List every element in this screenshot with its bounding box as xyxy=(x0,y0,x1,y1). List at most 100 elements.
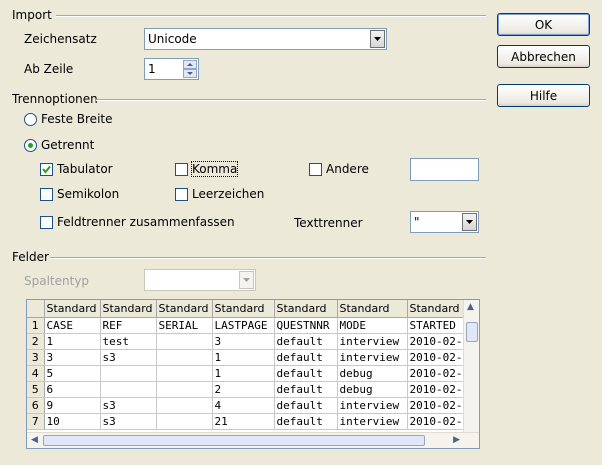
row-number: 1 xyxy=(27,317,45,334)
chevron-down-icon[interactable] xyxy=(462,213,477,231)
cancel-button[interactable]: Abbrechen xyxy=(497,45,590,68)
table-cell xyxy=(156,413,213,430)
table-cell xyxy=(156,381,213,398)
table-cell: interview xyxy=(337,413,408,430)
table-cell: 6 xyxy=(44,381,101,398)
merge-delimiters-label[interactable]: Feldtrenner zusammenfassen xyxy=(57,215,235,229)
table-cell xyxy=(156,365,213,382)
horizontal-scrollbar[interactable]: ◀ ▶ xyxy=(27,432,479,448)
arrow-down-icon[interactable] xyxy=(183,69,197,78)
charset-label: Zeichensatz xyxy=(24,32,97,46)
table-cell: default xyxy=(274,413,338,430)
merge-delimiters-checkbox[interactable] xyxy=(40,216,53,229)
table-cell: 1 xyxy=(212,349,275,366)
table-cell: interview xyxy=(337,397,408,414)
table-cell: s3 xyxy=(100,413,157,430)
vertical-scroll-thumb[interactable] xyxy=(466,322,478,342)
table-cell: s3 xyxy=(100,397,157,414)
semicolon-label[interactable]: Semikolon xyxy=(57,187,119,201)
table-row: 6 9 s3 4 default interview 2010-02- xyxy=(27,397,473,414)
table-cell: REF xyxy=(100,317,157,334)
table-cell: default xyxy=(274,381,338,398)
chevron-down-icon[interactable] xyxy=(370,30,385,48)
table-cell: QUESTNNR xyxy=(274,317,338,334)
scroll-left-icon[interactable]: ◀ xyxy=(31,435,38,445)
arrow-up-icon[interactable] xyxy=(183,60,197,69)
vertical-scrollbar[interactable]: ▲ xyxy=(463,300,479,433)
help-button[interactable]: Hilfe xyxy=(497,84,590,107)
table-cell: interview xyxy=(337,333,408,350)
semicolon-checkbox[interactable] xyxy=(40,188,53,201)
column-header[interactable]: Standard xyxy=(100,300,157,318)
table-cell: SERIAL xyxy=(156,317,213,334)
table-cell: s3 xyxy=(100,349,157,366)
charset-value: Unicode xyxy=(148,32,197,46)
preview-grid[interactable]: Standard Standard Standard Standard Stan… xyxy=(26,299,480,449)
column-header[interactable]: Standard xyxy=(44,300,101,318)
column-header[interactable]: Standard xyxy=(156,300,213,318)
fixed-width-label[interactable]: Feste Breite xyxy=(41,112,113,126)
column-type-label: Spaltentyp xyxy=(24,274,90,288)
tab-checkbox[interactable] xyxy=(40,163,53,176)
row-number: 6 xyxy=(27,397,45,414)
checkmark-icon xyxy=(42,165,51,174)
table-cell xyxy=(100,365,157,382)
other-separator-input[interactable] xyxy=(410,158,479,181)
row-number: 3 xyxy=(27,349,45,366)
scroll-up-icon[interactable]: ▲ xyxy=(467,302,474,312)
comma-checkbox[interactable] xyxy=(175,163,188,176)
row-number: 5 xyxy=(27,381,45,398)
table-row: 5 6 2 default debug 2010-02- xyxy=(27,381,473,398)
separator-group-label: Trennoptionen xyxy=(12,92,98,106)
space-checkbox[interactable] xyxy=(175,188,188,201)
other-label[interactable]: Andere xyxy=(326,162,369,176)
column-header[interactable]: Standard xyxy=(212,300,275,318)
scroll-right-icon[interactable]: ▶ xyxy=(453,435,460,445)
tab-label[interactable]: Tabulator xyxy=(57,162,113,176)
separator-group-divider xyxy=(96,99,486,101)
chevron-down-icon[interactable] xyxy=(239,271,254,289)
table-row: 3 3 s3 1 default interview 2010-02- xyxy=(27,349,473,366)
table-cell: debug xyxy=(337,381,408,398)
table-cell: interview xyxy=(337,349,408,366)
import-group-divider xyxy=(56,15,486,17)
table-cell: default xyxy=(274,349,338,366)
separated-radio[interactable] xyxy=(24,139,37,152)
table-cell: MODE xyxy=(337,317,408,334)
from-row-value: 1 xyxy=(148,62,156,76)
table-cell: 2 xyxy=(212,381,275,398)
table-cell: 9 xyxy=(44,397,101,414)
charset-select[interactable]: Unicode xyxy=(144,28,387,50)
table-cell: 4 xyxy=(212,397,275,414)
separated-label[interactable]: Getrennt xyxy=(41,138,94,152)
text-delimiter-label: Texttrenner xyxy=(294,216,363,230)
table-row: 7 10 s3 21 default interview 2010-02- xyxy=(27,413,473,430)
table-cell: default xyxy=(274,365,338,382)
table-cell: LASTPAGE xyxy=(212,317,275,334)
column-header[interactable]: Standard xyxy=(274,300,338,318)
ok-button[interactable]: OK xyxy=(497,13,590,36)
other-checkbox[interactable] xyxy=(309,163,322,176)
column-type-select[interactable] xyxy=(144,269,256,291)
fields-group-label: Felder xyxy=(12,250,49,264)
table-cell: 1 xyxy=(212,365,275,382)
table-row: 4 5 1 default debug 2010-02- xyxy=(27,365,473,382)
preview-header-row: Standard Standard Standard Standard Stan… xyxy=(27,300,473,318)
column-header[interactable]: Standard xyxy=(337,300,408,318)
table-cell: 3 xyxy=(44,349,101,366)
table-cell: 10 xyxy=(44,413,101,430)
table-cell xyxy=(156,333,213,350)
space-label[interactable]: Leerzeichen xyxy=(192,187,264,201)
from-row-stepper[interactable]: 1 xyxy=(144,58,199,80)
comma-label[interactable]: Komma xyxy=(190,161,239,177)
text-delimiter-select[interactable]: " xyxy=(410,211,479,233)
fixed-width-radio[interactable] xyxy=(24,113,37,126)
horizontal-scroll-thumb[interactable] xyxy=(43,435,425,446)
table-cell: 3 xyxy=(212,333,275,350)
fields-group-divider xyxy=(50,257,486,259)
row-number: 2 xyxy=(27,333,45,350)
table-cell: 21 xyxy=(212,413,275,430)
table-cell xyxy=(100,381,157,398)
table-cell: test xyxy=(100,333,157,350)
text-delimiter-value: " xyxy=(414,215,420,229)
